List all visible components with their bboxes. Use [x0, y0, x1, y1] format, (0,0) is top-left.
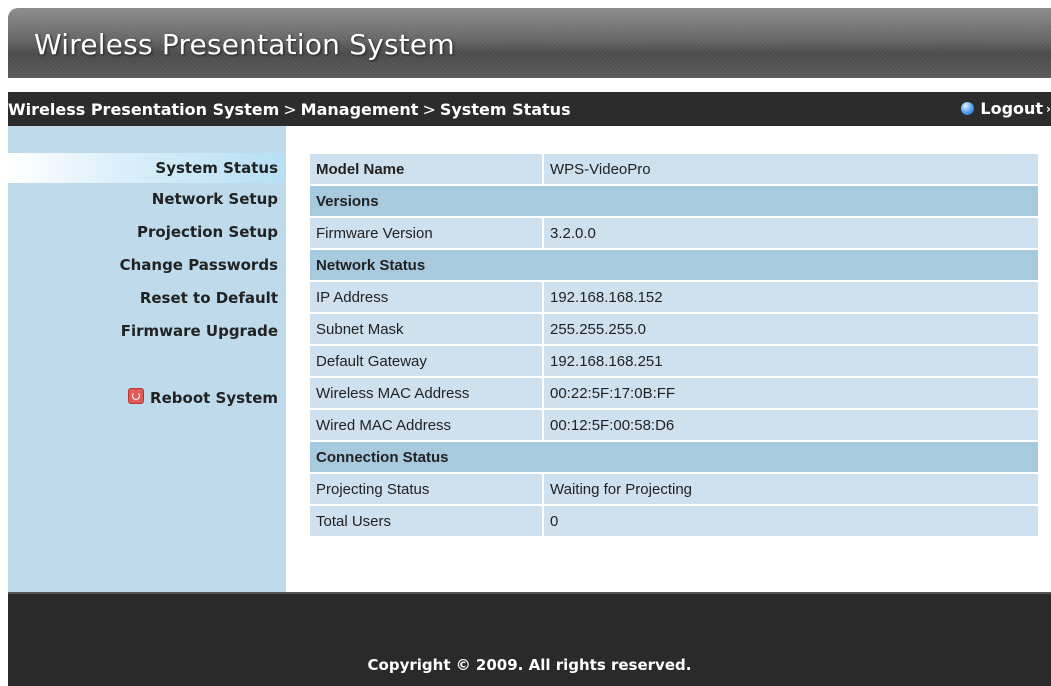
- section-header-row: Network Status: [310, 250, 1038, 280]
- table-row: IP Address 192.168.168.152: [310, 282, 1038, 312]
- reboot-label: Reboot System: [150, 389, 278, 407]
- system-status-table: Model Name WPS-VideoPro Versions Firmwar…: [308, 152, 1040, 538]
- blue-orb-icon: [961, 102, 975, 115]
- logout-button[interactable]: Logout ›: [961, 99, 1051, 118]
- row-value: WPS-VideoPro: [544, 154, 1038, 184]
- sidebar-item-label: System Status: [155, 159, 278, 177]
- row-value: 192.168.168.152: [544, 282, 1038, 312]
- breadcrumb-bar: Wireless Presentation System > Management >…: [8, 92, 1051, 126]
- copyright-text: Copyright © 2009. All rights reserved.: [367, 656, 692, 674]
- row-label: Default Gateway: [310, 346, 542, 376]
- section-header-row: Versions: [310, 186, 1038, 216]
- sidebar-item-firmware-upgrade[interactable]: Firmware Upgrade: [8, 316, 286, 346]
- row-value: 00:22:5F:17:0B:FF: [544, 378, 1038, 408]
- main-content: Model Name WPS-VideoPro Versions Firmwar…: [286, 126, 1051, 592]
- section-heading: Versions: [310, 186, 1038, 216]
- breadcrumb-separator: >: [283, 100, 297, 119]
- page: Wireless Presentation System Wireless Pr…: [0, 0, 1051, 686]
- section-header-row: Connection Status: [310, 442, 1038, 472]
- breadcrumb-item-system-status: System Status: [439, 100, 571, 119]
- footer: Copyright © 2009. All rights reserved.: [8, 592, 1051, 686]
- sidebar-item-label: Network Setup: [151, 190, 278, 208]
- header-banner: Wireless Presentation System: [8, 8, 1051, 78]
- table-row: Firmware Version 3.2.0.0: [310, 218, 1038, 248]
- sidebar-item-change-passwords[interactable]: Change Passwords: [8, 250, 286, 280]
- table-row: Wired MAC Address 00:12:5F:00:58:D6: [310, 410, 1038, 440]
- sidebar-item-system-status[interactable]: System Status: [8, 153, 286, 183]
- breadcrumb: Wireless Presentation System > Management >…: [8, 100, 571, 119]
- sidebar-item-label: Firmware Upgrade: [120, 322, 278, 340]
- power-icon: [128, 388, 145, 404]
- sidebar-item-projection-setup[interactable]: Projection Setup: [8, 217, 286, 247]
- sidebar-item-label: Projection Setup: [137, 223, 278, 241]
- table-row: Model Name WPS-VideoPro: [310, 154, 1038, 184]
- sidebar-item-label: Change Passwords: [119, 256, 278, 274]
- row-value: 192.168.168.251: [544, 346, 1038, 376]
- row-label: Model Name: [310, 154, 542, 184]
- table-row: Wireless MAC Address 00:22:5F:17:0B:FF: [310, 378, 1038, 408]
- sidebar: System Status Network Setup Projection S…: [8, 126, 286, 592]
- sidebar-item-network-setup[interactable]: Network Setup: [8, 184, 286, 214]
- row-label: Projecting Status: [310, 474, 542, 504]
- row-label: IP Address: [310, 282, 542, 312]
- app-title: Wireless Presentation System: [34, 28, 455, 61]
- row-value: 3.2.0.0: [544, 218, 1038, 248]
- reboot-system-button[interactable]: Reboot System: [8, 383, 286, 413]
- table-row: Default Gateway 192.168.168.251: [310, 346, 1038, 376]
- row-label: Wireless MAC Address: [310, 378, 542, 408]
- section-heading: Connection Status: [310, 442, 1038, 472]
- sidebar-item-reset-to-default[interactable]: Reset to Default: [8, 283, 286, 313]
- table-row: Subnet Mask 255.255.255.0: [310, 314, 1038, 344]
- row-label: Total Users: [310, 506, 542, 536]
- breadcrumb-separator: >: [422, 100, 436, 119]
- row-value: 255.255.255.0: [544, 314, 1038, 344]
- row-label: Subnet Mask: [310, 314, 542, 344]
- row-value: 00:12:5F:00:58:D6: [544, 410, 1038, 440]
- row-label: Wired MAC Address: [310, 410, 542, 440]
- row-label: Firmware Version: [310, 218, 542, 248]
- chevron-right-icon: ›: [1046, 101, 1051, 116]
- breadcrumb-item-management[interactable]: Management: [301, 100, 419, 119]
- logout-label: Logout: [980, 99, 1044, 118]
- table-row: Projecting Status Waiting for Projecting: [310, 474, 1038, 504]
- row-value: Waiting for Projecting: [544, 474, 1038, 504]
- breadcrumb-item-home[interactable]: Wireless Presentation System: [8, 100, 279, 119]
- sidebar-item-label: Reset to Default: [139, 289, 278, 307]
- table-row: Total Users 0: [310, 506, 1038, 536]
- section-heading: Network Status: [310, 250, 1038, 280]
- row-value: 0: [544, 506, 1038, 536]
